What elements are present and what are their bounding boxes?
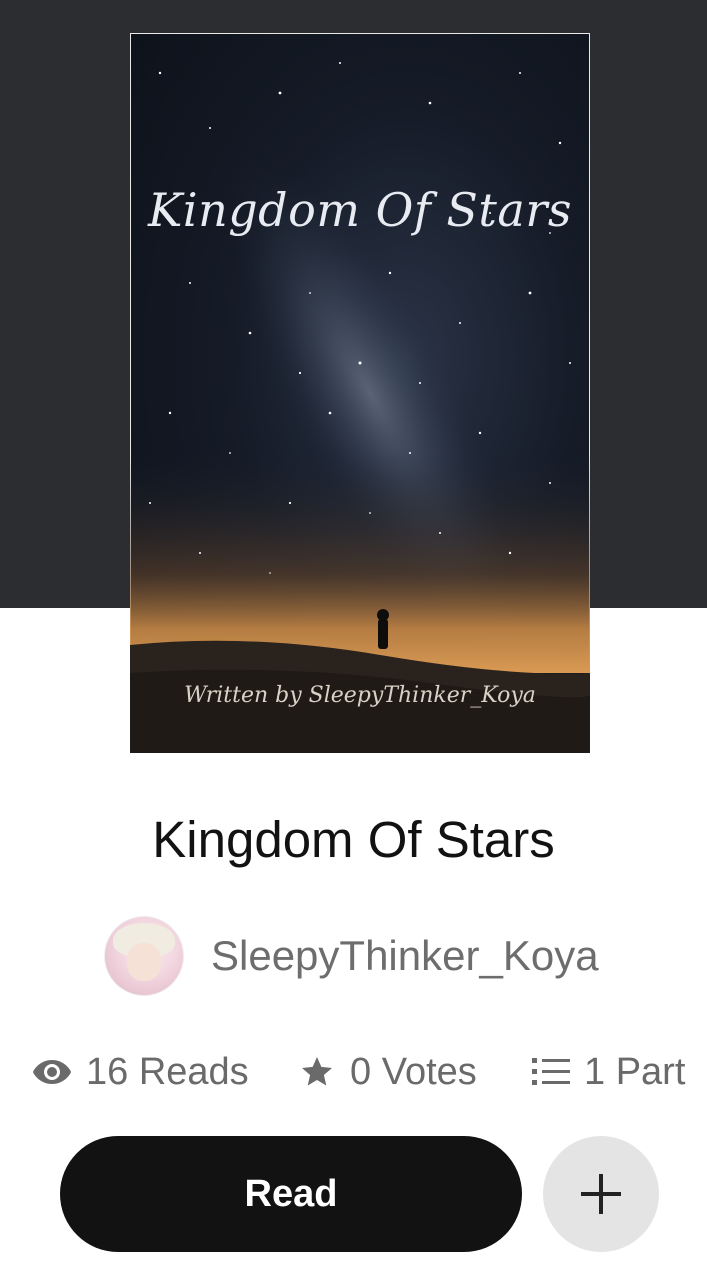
read-button[interactable]: Read	[60, 1136, 522, 1252]
plus-icon	[581, 1174, 621, 1214]
parts-stat[interactable]: 1 Part	[532, 1040, 685, 1104]
story-stats: 16 Reads 0 Votes 1 Part	[0, 1040, 707, 1104]
avatar-face	[127, 943, 161, 981]
list-icon	[532, 1058, 570, 1085]
story-cover-image[interactable]: Kingdom Of Stars Written by SleepyThinke…	[130, 33, 590, 753]
author-link[interactable]: SleepyThinker_Koya	[104, 916, 599, 996]
add-to-library-button[interactable]	[543, 1136, 659, 1252]
reads-count: 16 Reads	[86, 1050, 249, 1093]
author-avatar[interactable]	[104, 916, 184, 996]
cover-artwork	[130, 62, 590, 753]
cover-title-text: Kingdom Of Stars	[148, 183, 572, 237]
reads-stat: 16 Reads	[32, 1040, 249, 1104]
cover-byline-text: Written by SleepyThinker_Koya	[184, 683, 536, 708]
votes-stat: 0 Votes	[298, 1040, 477, 1104]
star-icon	[302, 1057, 332, 1086]
eye-icon	[33, 1060, 71, 1084]
story-title: Kingdom Of Stars	[152, 811, 555, 868]
parts-count: 1 Part	[584, 1050, 686, 1093]
story-details-screen: Kingdom Of Stars Written by SleepyThinke…	[0, 0, 707, 1284]
author-name[interactable]: SleepyThinker_Koya	[211, 932, 599, 980]
votes-count: 0 Votes	[350, 1050, 477, 1093]
